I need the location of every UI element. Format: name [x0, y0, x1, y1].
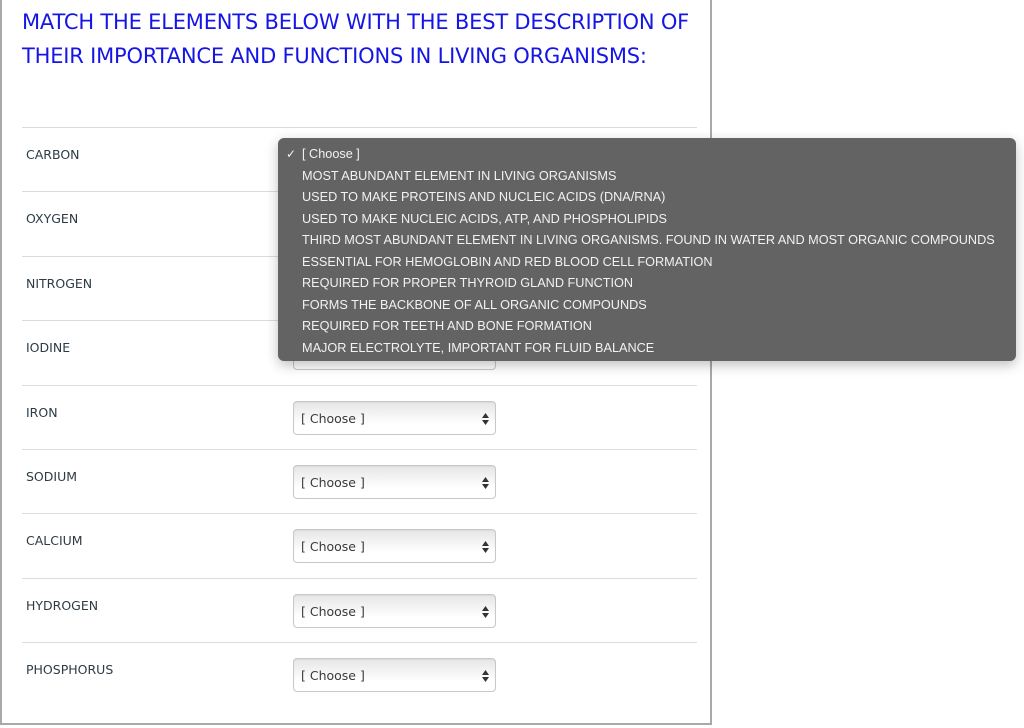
- select-value: [ Choose ]: [301, 603, 365, 619]
- dropdown-option[interactable]: REQUIRED FOR PROPER THYROID GLAND FUNCTI…: [278, 273, 1016, 295]
- option-label: MOST ABUNDANT ELEMENT IN LIVING ORGANISM…: [302, 168, 617, 183]
- dropdown-option[interactable]: MOST ABUNDANT ELEMENT IN LIVING ORGANISM…: [278, 166, 1016, 188]
- option-label: FORMS THE BACKBONE OF ALL ORGANIC COMPOU…: [302, 297, 647, 312]
- select-value: [ Choose ]: [301, 474, 365, 490]
- option-label: ESSENTIAL FOR HEMOGLOBIN AND RED BLOOD C…: [302, 254, 713, 269]
- element-label: PHOSPHORUS: [26, 662, 114, 678]
- answer-select[interactable]: [ Choose ]: [293, 658, 496, 693]
- match-row-calcium: CALCIUM [ Choose ]: [22, 513, 697, 577]
- checkmark-icon: ✓: [286, 147, 297, 161]
- option-label: USED TO MAKE NUCLEIC ACIDS, ATP, AND PHO…: [302, 211, 667, 226]
- element-label: SODIUM: [26, 468, 78, 484]
- select-value: [ Choose ]: [301, 668, 365, 684]
- dropdown-option[interactable]: USED TO MAKE PROTEINS AND NUCLEIC ACIDS …: [278, 187, 1016, 209]
- answer-select[interactable]: [ Choose ]: [293, 593, 496, 628]
- question-title: MATCH THE ELEMENTS BELOW WITH THE BEST D…: [22, 10, 690, 68]
- dropdown-option[interactable]: REQUIRED FOR TEETH AND BONE FORMATION: [278, 316, 1016, 338]
- select-arrows-icon: [482, 412, 489, 425]
- dropdown-option[interactable]: FORMS THE BACKBONE OF ALL ORGANIC COMPOU…: [278, 295, 1016, 317]
- answer-select[interactable]: [ Choose ]: [293, 529, 496, 564]
- answer-select[interactable]: [ Choose ]: [293, 464, 496, 499]
- option-label: MAJOR ELECTROLYTE, IMPORTANT FOR FLUID B…: [302, 340, 655, 355]
- option-label: USED TO MAKE PROTEINS AND NUCLEIC ACIDS …: [302, 190, 666, 204]
- element-label: NITROGEN: [26, 275, 93, 291]
- match-row-sodium: SODIUM [ Choose ]: [22, 448, 697, 513]
- select-value: [ Choose ]: [301, 539, 365, 555]
- select-arrows-icon: [482, 476, 489, 489]
- answer-select[interactable]: [ Choose ]: [293, 400, 496, 435]
- match-row-phosphorus: PHOSPHORUS [ Choose ]: [22, 642, 697, 706]
- element-label: IODINE: [26, 340, 71, 356]
- select-value: [ Choose ]: [301, 410, 365, 426]
- dropdown-option[interactable]: ESSENTIAL FOR HEMOGLOBIN AND RED BLOOD C…: [278, 252, 1016, 274]
- dropdown-option[interactable]: THIRD MOST ABUNDANT ELEMENT IN LIVING OR…: [278, 230, 1016, 252]
- dropdown-option[interactable]: MAJOR ELECTROLYTE, IMPORTANT FOR FLUID B…: [278, 338, 1016, 360]
- answer-dropdown-menu: ✓ [ Choose ] MOST ABUNDANT ELEMENT IN LIV…: [278, 138, 1016, 361]
- element-label: IRON: [26, 404, 58, 420]
- element-label: HYDROGEN: [26, 597, 99, 613]
- element-label: CARBON: [26, 147, 80, 162]
- option-label: THIRD MOST ABUNDANT ELEMENT IN LIVING OR…: [302, 233, 995, 247]
- option-label: [ Choose ]: [302, 147, 360, 161]
- element-label: CALCIUM: [26, 533, 83, 549]
- match-row-hydrogen: HYDROGEN [ Choose ]: [22, 577, 697, 642]
- dropdown-option[interactable]: USED TO MAKE NUCLEIC ACIDS, ATP, AND PHO…: [278, 209, 1016, 231]
- select-arrows-icon: [482, 541, 489, 554]
- option-label: REQUIRED FOR PROPER THYROID GLAND FUNCTI…: [302, 276, 634, 290]
- select-arrows-icon: [482, 670, 489, 683]
- select-arrows-icon: [482, 605, 489, 618]
- dropdown-option[interactable]: ✓ [ Choose ]: [278, 144, 1016, 166]
- option-label: REQUIRED FOR TEETH AND BONE FORMATION: [302, 319, 592, 333]
- question-panel: MATCH THE ELEMENTS BELOW WITH THE BEST D…: [0, 0, 712, 725]
- match-row-iron: IRON [ Choose ]: [22, 384, 697, 449]
- element-label: OXYGEN: [26, 211, 79, 227]
